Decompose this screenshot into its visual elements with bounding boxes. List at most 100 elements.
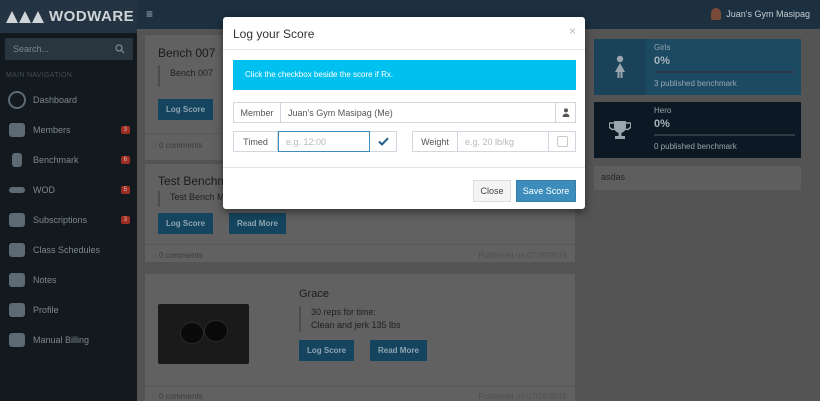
billing-icon (6, 331, 28, 349)
female-icon (594, 39, 646, 95)
save-score-button[interactable]: Save Score (516, 180, 576, 202)
kettlebell-shape (180, 322, 204, 344)
modal-footer: Close Save Score (223, 167, 585, 209)
sidebar-item-notes[interactable]: Notes (0, 265, 137, 295)
stat-label: Girls (654, 43, 671, 52)
user-icon[interactable] (555, 103, 575, 122)
weight-rx-checkbox[interactable] (548, 132, 575, 151)
comment-icon: ◌ (152, 141, 159, 150)
post-description: Test Bench M (158, 191, 225, 207)
brand-logo[interactable]: WODWARE (0, 0, 137, 33)
member-label: Member (234, 103, 281, 122)
sidebar-item-members[interactable]: Members 3 (0, 115, 137, 145)
weight-label: Weight (413, 132, 458, 151)
user-menu[interactable]: Juan's Gym Masipag (711, 8, 810, 20)
members-count-badge: 3 (120, 126, 130, 134)
sidebar-item-class-schedules[interactable]: Class Schedules (0, 235, 137, 265)
sidebar-item-label: Dashboard (33, 95, 78, 105)
hamburger-menu-icon[interactable]: ≡ (146, 7, 153, 21)
post-description: 30 reps for time: Clean and jerk 135 lbs (299, 306, 401, 332)
notes-icon (6, 271, 28, 289)
log-score-button[interactable]: Log Score (158, 99, 214, 120)
post-divider (145, 386, 575, 387)
comments-link[interactable]: ◌ 0 comments (152, 251, 203, 260)
nav-list: Dashboard Members 3 Benchmark 6 WOD 5 Su… (0, 85, 137, 355)
comments-count: 0 comments (158, 251, 203, 260)
logo-mark-icon (6, 10, 44, 23)
post-title[interactable]: Bench 007 (158, 46, 215, 60)
subscriptions-count-badge: 3 (120, 216, 130, 224)
users-icon (6, 121, 28, 139)
sidebar-item-label: Class Schedules (33, 245, 101, 255)
sidebar-item-profile[interactable]: Profile (0, 295, 137, 325)
comments-count: 0 comments (158, 141, 203, 150)
search-placeholder: Search... (13, 44, 50, 54)
sidebar-item-label: Subscriptions (33, 215, 88, 225)
log-score-button[interactable]: Log Score (299, 340, 355, 361)
stat-percent: 0% (654, 118, 670, 130)
stat-label: Hero (654, 106, 672, 115)
close-icon[interactable]: × (569, 24, 576, 38)
modal-title: Log your Score (233, 27, 315, 41)
description-line: 30 reps for time: (311, 307, 377, 317)
brand-name: WODWARE (49, 8, 135, 25)
post-description: Bench 007 (158, 65, 213, 87)
search-icon[interactable] (115, 44, 125, 54)
published-date: Published on 07/29/2016 (478, 392, 567, 401)
kettlebell-image (158, 304, 249, 364)
read-more-button[interactable]: Read More (229, 213, 286, 234)
comments-link[interactable]: ◌ 0 comments (152, 392, 203, 401)
avatar (711, 8, 722, 20)
note-box: asdas (594, 166, 801, 190)
hero-stat-card[interactable]: Hero 0% 0 published benchmark (594, 102, 801, 158)
checkmark-icon (377, 137, 389, 146)
kettlebell-shape (204, 320, 228, 342)
user-name: Juan's Gym Masipag (726, 9, 810, 19)
sidebar-item-manual-billing[interactable]: Manual Billing (0, 325, 137, 355)
sidebar-item-benchmark[interactable]: Benchmark 6 (0, 145, 137, 175)
comments-count: 0 comments (158, 392, 203, 401)
timed-label: Timed (234, 132, 278, 151)
wod-count-badge: 5 (120, 186, 130, 194)
file-icon (6, 211, 28, 229)
sidebar-item-label: Profile (33, 305, 59, 315)
sidebar-item-dashboard[interactable]: Dashboard (0, 85, 137, 115)
weight-field-group: Weight (412, 131, 576, 152)
rx-info-alert: Click the checkbox beside the score if R… (233, 60, 576, 90)
profile-icon (6, 301, 28, 319)
dashboard-icon (6, 91, 28, 109)
timed-rx-checkbox[interactable] (370, 132, 396, 151)
timed-field-group: Timed (233, 131, 397, 152)
female-icon (6, 151, 28, 169)
member-input[interactable] (281, 103, 555, 122)
girls-stat-card[interactable]: Girls 0% 3 published benchmark (594, 39, 801, 95)
sidebar-item-label: Notes (33, 275, 57, 285)
post-divider (145, 244, 575, 245)
published-date: Published on 07/30/2016 (478, 251, 567, 260)
close-button[interactable]: Close (473, 180, 511, 202)
timed-input[interactable] (278, 131, 370, 152)
stat-percent: 0% (654, 55, 670, 67)
log-score-button[interactable]: Log Score (158, 213, 214, 234)
stat-progress-bar (654, 134, 795, 136)
post-title[interactable]: Grace (299, 288, 329, 300)
weight-input[interactable] (458, 132, 548, 151)
benchmark-post: Grace 30 reps for time: Clean and jerk 1… (145, 274, 575, 401)
comments-link[interactable]: ◌ 0 comments (152, 141, 203, 150)
sidebar-item-label: Benchmark (33, 155, 79, 165)
benchmark-count-badge: 6 (120, 156, 130, 164)
sidebar-item-label: Manual Billing (33, 335, 90, 345)
sidebar-item-wod[interactable]: WOD 5 (0, 175, 137, 205)
calendar-icon (6, 241, 28, 259)
stat-description: 0 published benchmark (654, 142, 737, 151)
sidebar-search-input[interactable]: Search... (5, 38, 133, 60)
stat-progress-bar (654, 71, 795, 73)
sidebar-item-subscriptions[interactable]: Subscriptions 3 (0, 205, 137, 235)
dumbbell-icon (6, 181, 28, 199)
comment-icon: ◌ (152, 392, 159, 401)
read-more-button[interactable]: Read More (370, 340, 427, 361)
checkbox-box (556, 136, 568, 147)
description-line: Clean and jerk 135 lbs (311, 320, 401, 330)
modal-header: Log your Score × (223, 17, 585, 50)
member-field-group: Member (233, 102, 576, 123)
